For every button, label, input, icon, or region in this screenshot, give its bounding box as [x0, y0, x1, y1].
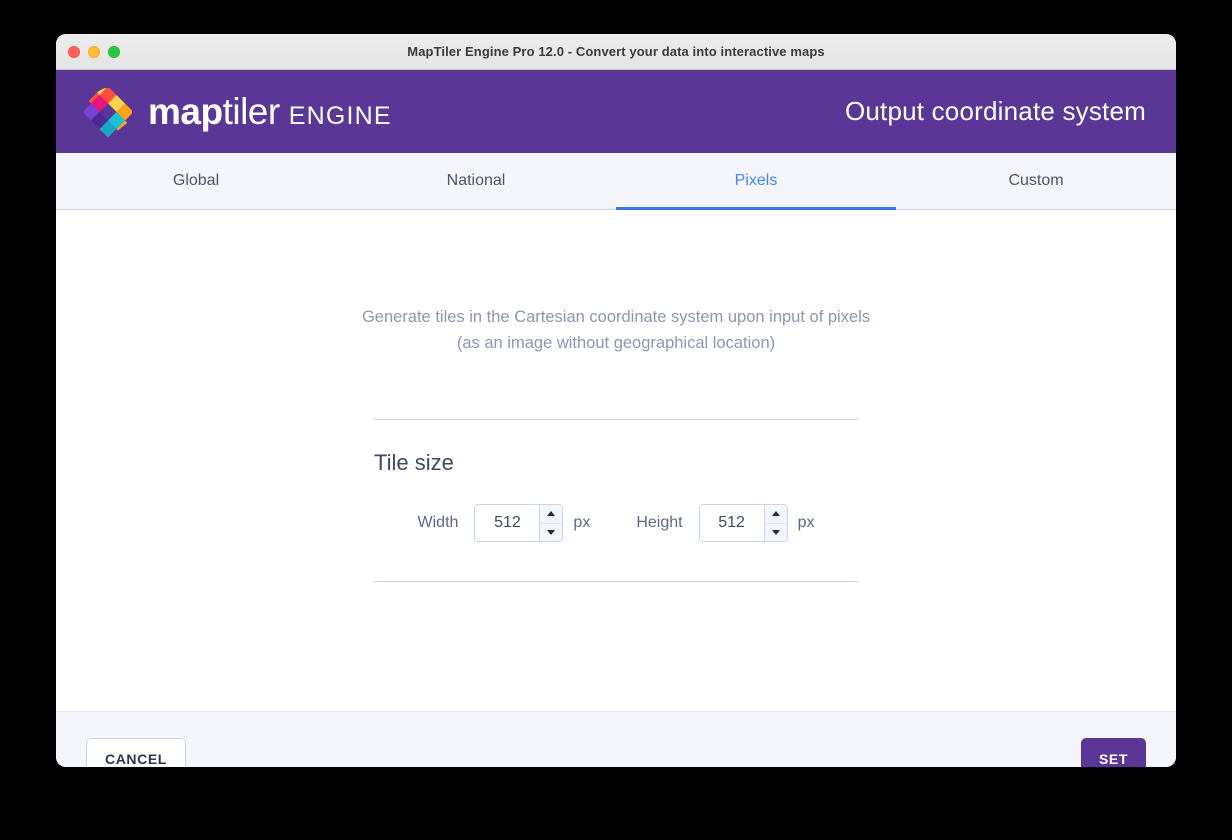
maximize-button[interactable] — [108, 45, 120, 58]
window-title: MapTiler Engine Pro 12.0 - Convert your … — [407, 44, 825, 59]
description: Generate tiles in the Cartesian coordina… — [56, 304, 1176, 356]
width-stepper-buttons — [539, 505, 563, 542]
width-input[interactable] — [475, 505, 540, 541]
height-label: Height — [636, 514, 683, 531]
maptiler-logo-icon — [84, 87, 132, 137]
minimize-button[interactable] — [88, 45, 100, 58]
page-title: Output coordinate system — [844, 96, 1146, 126]
width-stepper[interactable] — [474, 504, 564, 542]
chevron-up-icon — [547, 511, 556, 517]
tab-bar: Global National Pixels Custom — [56, 153, 1176, 210]
height-increment-button[interactable] — [764, 505, 787, 524]
description-line-1: Generate tiles in the Cartesian coordina… — [361, 308, 871, 326]
title-bar: MapTiler Engine Pro 12.0 - Convert your … — [56, 34, 1176, 70]
brand: map tiler ENGINE — [82, 86, 392, 138]
tab-pixels[interactable]: Pixels — [616, 153, 896, 210]
tile-size-fields: Width px Height — [374, 504, 858, 542]
width-unit: px — [573, 514, 591, 531]
brand-tiler-text: tiler — [222, 91, 281, 132]
application-window: MapTiler Engine Pro 12.0 - Convert your … — [56, 34, 1176, 767]
chevron-up-icon — [771, 511, 780, 517]
window-controls — [68, 34, 120, 69]
brand-engine-text: ENGINE — [288, 102, 392, 130]
cancel-button[interactable]: CANCEL — [86, 738, 186, 767]
height-stepper-buttons — [763, 505, 787, 542]
set-button[interactable]: SET — [1080, 738, 1146, 767]
height-input[interactable] — [699, 505, 764, 541]
height-unit: px — [797, 514, 815, 531]
tab-pixels-label: Pixels — [734, 172, 778, 189]
section-title-tile-size: Tile size — [374, 450, 454, 475]
height-decrement-button[interactable] — [765, 524, 787, 542]
tab-custom-label: Custom — [1008, 172, 1064, 189]
footer-bar: CANCEL SET — [56, 711, 1176, 767]
tab-national-label: National — [446, 172, 506, 189]
brand-wordmark: map tiler ENGINE — [148, 93, 392, 130]
tab-national[interactable]: National — [336, 153, 616, 209]
divider-bottom — [374, 581, 858, 582]
divider-top — [374, 419, 858, 420]
width-increment-button[interactable] — [540, 505, 563, 524]
chevron-down-icon — [771, 529, 780, 535]
app-header: map tiler ENGINE Output coordinate syste… — [56, 70, 1176, 153]
content-area: Generate tiles in the Cartesian coordina… — [56, 210, 1176, 711]
width-label: Width — [417, 514, 459, 531]
description-line-2: (as an image without geographical locati… — [456, 334, 776, 352]
height-stepper[interactable] — [698, 504, 788, 542]
tab-global[interactable]: Global — [56, 153, 336, 209]
chevron-down-icon — [547, 529, 556, 535]
tab-global-label: Global — [172, 172, 220, 189]
width-decrement-button[interactable] — [540, 524, 562, 542]
brand-map-text: map — [148, 91, 223, 132]
close-button[interactable] — [68, 45, 80, 58]
tab-custom[interactable]: Custom — [896, 153, 1176, 209]
